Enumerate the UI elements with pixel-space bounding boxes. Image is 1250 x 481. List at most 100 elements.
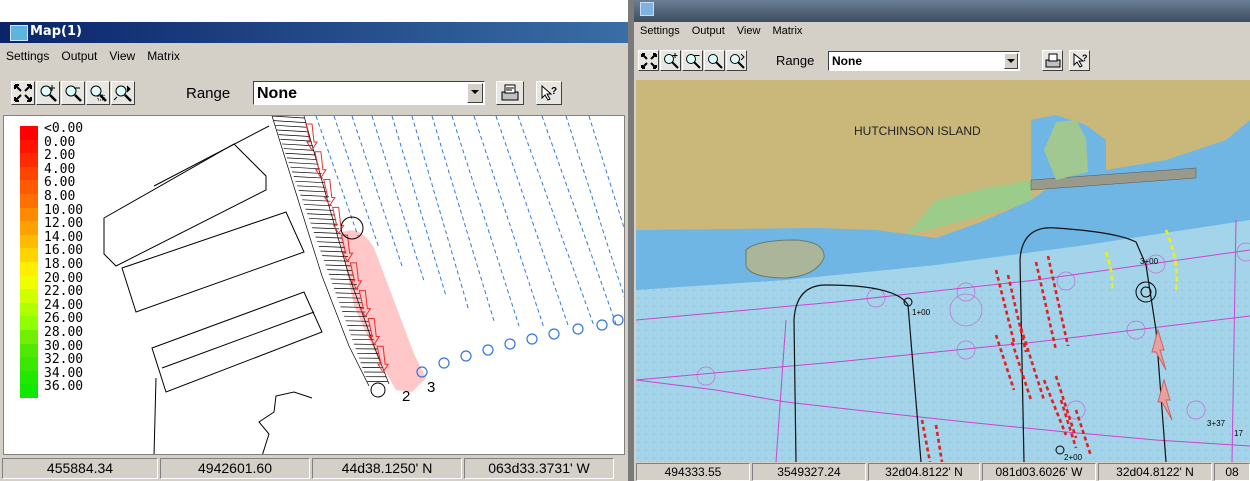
map-app-icon [640,2,654,16]
legend-swatch [20,289,38,304]
range-dropdown-arrow[interactable] [467,83,483,103]
menu-matrix[interactable]: Matrix [141,46,186,63]
title-bar[interactable] [634,0,1250,22]
toolbar: Range None ? [0,75,628,105]
print-icon [501,84,519,101]
legend-swatch [20,370,38,385]
legend-swatch [20,153,38,168]
print-button[interactable] [1042,50,1063,71]
pan-icon [113,85,132,102]
menu-view[interactable]: View [103,46,141,63]
print-icon [1045,53,1061,68]
legend-swatch [20,384,38,399]
status-extra: 08 [1214,463,1250,481]
legend-swatch [20,357,38,372]
legend-swatch [20,262,38,277]
print-button[interactable] [496,81,524,105]
legend-swatch [20,343,38,358]
title-bar[interactable]: Map(1) [0,22,628,43]
legend-label: 8.00 [44,189,76,204]
station-label-4: 3+37 [1207,419,1226,428]
zoom-in-icon [40,85,57,102]
station-label-5: 17 [1234,429,1243,438]
range-value: None [832,54,862,68]
status-northing: 3549327.24 [752,463,866,481]
pan-icon [730,53,745,69]
svg-text:?: ? [1082,53,1088,63]
legend-swatch [20,207,38,222]
zoom-out-button[interactable] [682,50,703,71]
zoom-out-icon [686,54,701,69]
pan-button[interactable] [111,81,135,105]
zoom-extents-button[interactable] [638,50,659,71]
status-latitude-2: 32d04.8122' N [1098,463,1212,481]
zoom-out-button[interactable] [61,81,85,105]
zoom-window-icon [708,54,723,69]
menu-bar: Settings Output View Matrix [634,22,1250,42]
toolbar: Range None ? [634,44,1250,74]
chevron-down-icon [471,90,479,94]
legend-swatch [20,139,38,154]
zoom-window-button[interactable] [86,81,110,105]
map-app-icon [10,25,28,41]
range-dropdown[interactable]: None [253,81,485,105]
map-canvas[interactable]: HUTCHINSON ISLAND 1+00 2+00 3+00 3+37 17 [636,80,1250,462]
query-button[interactable]: ? [536,81,562,105]
query-icon: ? [541,84,557,101]
map-drawing: HUTCHINSON ISLAND 1+00 2+00 3+00 3+37 17 [636,80,1250,462]
status-longitude: 081d03.6026' W [982,463,1096,481]
map-window-left: Map(1) Settings Output View Matrix Range No… [0,0,628,481]
menu-settings[interactable]: Settings [0,46,55,63]
zoom-extents-icon [641,53,657,69]
legend-swatch [20,166,38,181]
range-label: Range [186,85,231,102]
zoom-extents-button[interactable] [11,81,35,105]
zoom-in-button[interactable] [36,81,60,105]
station-label-3: 3+00 [1140,257,1159,266]
legend-label: <0.00 [44,121,84,136]
legend-label: 36.00 [44,379,84,395]
color-legend: <0.00 0.00 2.00 4.00 6.00 8.00 10.00 12.00 14.00… [18,122,138,452]
map-window-right: SettingsOutputViewMatrix Range None ? [634,0,1250,481]
menu-matrix[interactable]: Matrix [766,22,808,37]
zoom-in-button[interactable] [660,50,681,71]
zoom-window-icon [90,85,107,102]
island-label: HUTCHINSON ISLAND [854,124,981,138]
status-longitude: 063d33.3731' W [464,458,614,479]
svg-text:?: ? [551,86,557,97]
window-title: Map(1) [30,24,82,39]
zoom-extents-icon [14,84,32,102]
status-latitude: 32d04.8122' N [868,463,980,481]
menu-bar: Settings Output View Matrix [0,46,628,66]
map-canvas[interactable]: 2 3 <0.00 0.00 2.00 4.00 6.00 8.00 10.00 12.00 1… [3,115,625,455]
legend-swatch [20,330,38,345]
legend-label: 18.00 [44,257,84,272]
status-bar: 455884.34 4942601.60 44d38.1250' N 063d3… [0,457,628,481]
legend-swatch [20,194,38,209]
status-latitude: 44d38.1250' N [312,458,462,479]
chevron-down-icon [1007,59,1015,63]
menu-settings[interactable]: Settings [634,22,686,37]
zoom-out-icon [65,85,82,102]
query-icon: ? [1073,52,1088,68]
legend-swatch [20,126,38,141]
zoom-in-icon [664,53,679,69]
menu-output[interactable]: Output [55,46,103,63]
legend-swatch [20,275,38,290]
range-dropdown-arrow[interactable] [1004,53,1018,69]
pan-button[interactable] [726,50,747,71]
menu-view[interactable]: View [731,22,767,37]
map-label-3: 3 [427,379,435,396]
range-label: Range [776,53,815,68]
zoom-window-button[interactable] [704,50,725,71]
map-label-2: 2 [402,388,410,405]
legend-swatch [20,234,38,249]
station-label-1: 1+00 [912,308,931,317]
range-dropdown[interactable]: None [828,51,1020,71]
legend-swatch [20,316,38,331]
status-easting: 455884.34 [2,458,158,479]
status-bar: 494333.55 3549327.24 32d04.8122' N 081d0… [634,462,1250,481]
menu-output[interactable]: Output [686,22,731,37]
transect-endpoints [416,314,624,378]
query-button[interactable]: ? [1069,50,1090,71]
